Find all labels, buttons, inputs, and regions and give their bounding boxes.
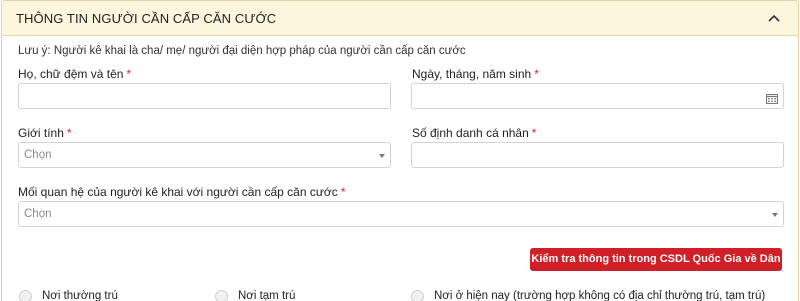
- relationship-placeholder: Chọn: [24, 208, 52, 220]
- dob-input[interactable]: [411, 83, 784, 109]
- radio-permanent-residence[interactable]: Nơi thường trú: [19, 289, 118, 301]
- gender-select[interactable]: Chọn: [18, 142, 391, 168]
- radio-circle[interactable]: [411, 289, 424, 301]
- full-name-input[interactable]: [18, 83, 391, 109]
- required-marker: *: [340, 185, 346, 199]
- radio-circle[interactable]: [215, 289, 228, 301]
- radio-label: Nơi thường trú: [42, 290, 118, 301]
- relationship-label-text: Mối quan hệ của người kê khai với người …: [18, 185, 338, 199]
- radio-label: Nơi ở hiện nay (trường hợp không có địa …: [434, 290, 766, 301]
- radio-current-residence[interactable]: Nơi ở hiện nay (trường hợp không có địa …: [411, 289, 765, 301]
- id-number-label: Số định danh cá nhân *: [412, 126, 536, 140]
- radio-label: Nơi tạm trú: [238, 290, 296, 301]
- citizen-info-panel: THÔNG TIN NGƯỜI CẦN CẤP CĂN CƯỚC Lưu ý: …: [1, 0, 799, 301]
- caret-down-icon: [772, 213, 778, 217]
- relationship-select[interactable]: Chọn: [18, 201, 784, 227]
- required-marker: *: [534, 67, 539, 81]
- id-number-label-text: Số định danh cá nhân: [412, 126, 529, 140]
- radio-temporary-residence[interactable]: Nơi tạm trú: [215, 289, 295, 301]
- id-number-input[interactable]: [411, 142, 784, 168]
- caret-down-icon: [379, 154, 385, 158]
- gender-label: Giới tính *: [18, 126, 72, 140]
- dob-label-text: Ngày, tháng, năm sinh: [412, 67, 532, 81]
- required-marker: *: [66, 126, 72, 140]
- gender-placeholder: Chọn: [24, 149, 52, 161]
- section-title: THÔNG TIN NGƯỜI CẦN CẤP CĂN CƯỚC: [16, 11, 277, 26]
- chevron-up-icon[interactable]: [766, 11, 782, 25]
- full-name-label: Họ, chữ đệm và tên *: [18, 67, 131, 81]
- full-name-label-text: Họ, chữ đệm và tên: [18, 67, 124, 81]
- dob-label: Ngày, tháng, năm sinh *: [412, 67, 539, 81]
- required-marker: *: [531, 126, 537, 140]
- relationship-label: Mối quan hệ của người kê khai với người …: [18, 185, 345, 199]
- gender-label-text: Giới tính: [18, 126, 64, 140]
- required-marker: *: [126, 67, 132, 81]
- calendar-icon[interactable]: [766, 91, 778, 104]
- guardian-note: Lưu ý: Người kê khai là cha/ mẹ/ người đ…: [18, 45, 466, 57]
- radio-circle[interactable]: [19, 289, 32, 301]
- check-national-db-button[interactable]: Kiểm tra thông tin trong CSDL Quốc Gia v…: [530, 248, 782, 288]
- panel-header[interactable]: THÔNG TIN NGƯỜI CẦN CẤP CĂN CƯỚC: [2, 1, 798, 36]
